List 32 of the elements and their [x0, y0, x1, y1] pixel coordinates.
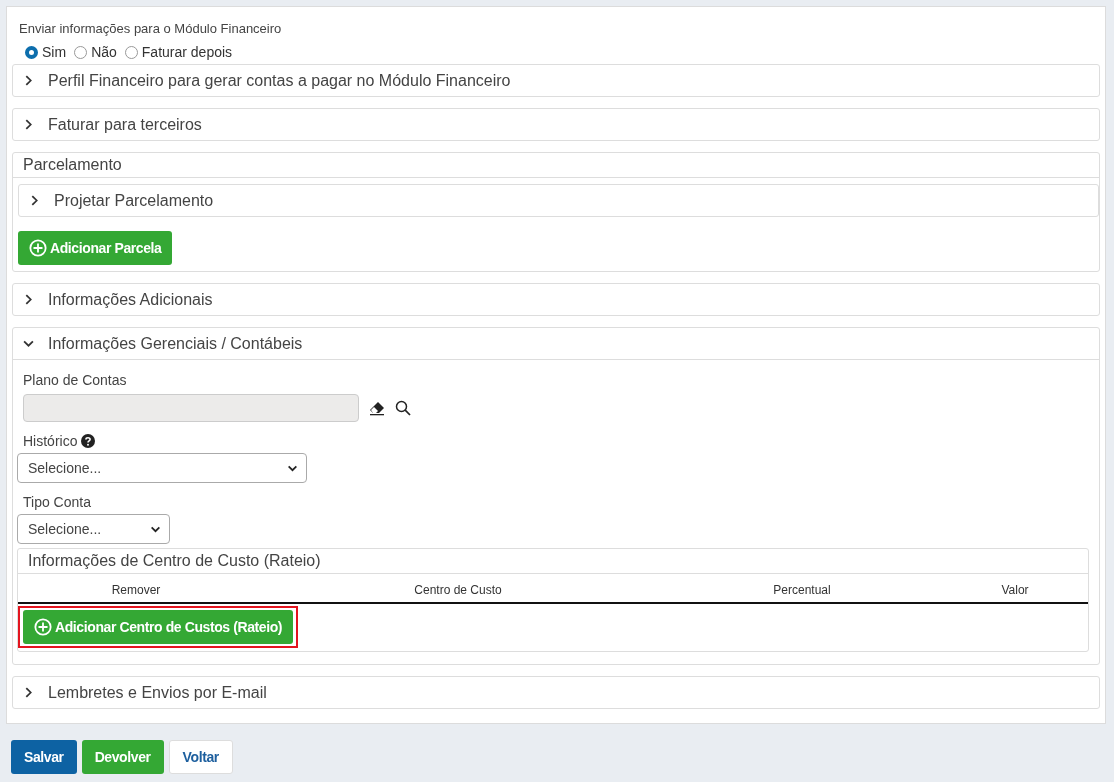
save-button[interactable]: Salvar [11, 740, 77, 774]
accordion-header[interactable]: Lembretes e Envios por E-mail [13, 677, 1099, 708]
column-header: Valor [1000, 582, 1030, 599]
section-title: Faturar para terceiros [48, 115, 202, 134]
history-select[interactable]: Selecione... [17, 453, 307, 483]
column-header: Percentual [772, 582, 832, 599]
accordion-header[interactable]: Perfil Financeiro para gerar contas a pagar no Módulo Financeiro [13, 65, 1099, 96]
field-label: Histórico [23, 433, 78, 449]
radio-label: Sim [42, 44, 67, 60]
field-label: Enviar informações para o Módulo Financeiro [18, 21, 283, 36]
radio-label: Não [91, 44, 117, 60]
accordion-header[interactable]: Faturar para terceiros [13, 109, 1099, 140]
panel-title: Informações de Centro de Custo (Rateio) [18, 549, 1088, 574]
section-title: Lembretes e Envios por E-mail [48, 683, 267, 702]
field-label: Tipo Conta [22, 494, 92, 510]
radio-label: Faturar depois [141, 44, 233, 60]
section-title: Perfil Financeiro para gerar contas a pagar no Módulo Financeiro [48, 71, 511, 90]
radio-option[interactable]: Não [74, 44, 117, 60]
accordion-header[interactable]: Projetar Parcelamento [19, 185, 1098, 216]
section-title: Projetar Parcelamento [54, 191, 214, 210]
section-title: Informações Gerenciais / Contábeis [48, 334, 303, 353]
back-button[interactable]: Voltar [168, 740, 233, 774]
accordion-header[interactable]: Informações Gerenciais / Contábeis [13, 328, 1099, 360]
column-header: Centro de Custo [413, 582, 503, 599]
radio-option[interactable]: Sim [25, 44, 67, 60]
field-label: Plano de Contas [22, 372, 128, 388]
panel-title: Parcelamento [13, 153, 1099, 178]
column-header: Remover [110, 582, 162, 599]
accordion-header[interactable]: Informações Adicionais [13, 284, 1099, 315]
radio-option[interactable]: Faturar depois [124, 44, 233, 60]
account-type-select[interactable]: Selecione... [17, 514, 170, 544]
section-title: Informações Adicionais [48, 290, 213, 309]
